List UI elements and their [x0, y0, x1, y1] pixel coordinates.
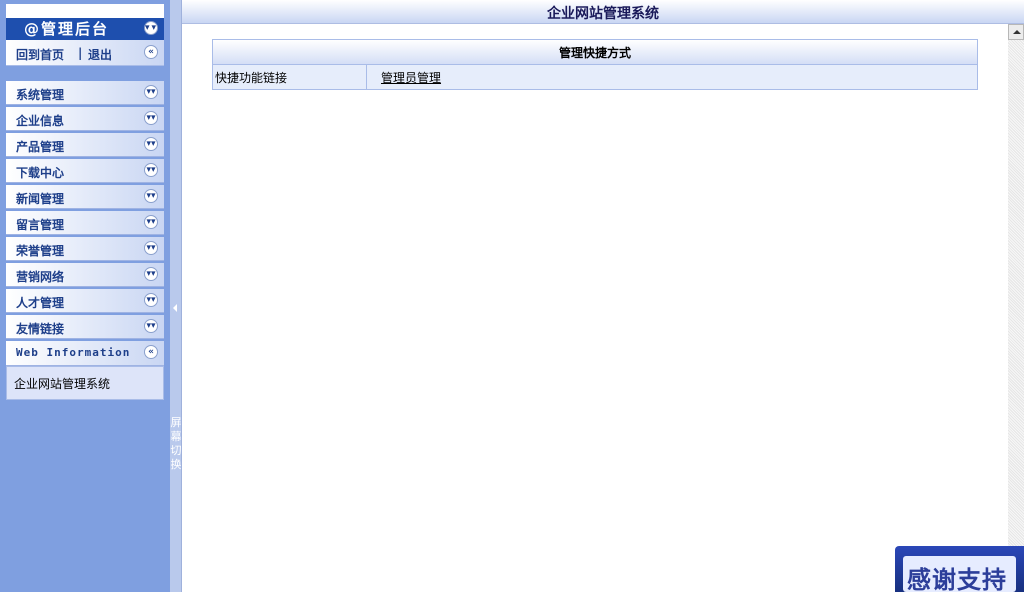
sidebar-item-sales-network[interactable]: 营销网络 ▾▾	[6, 263, 164, 287]
sidebar-splitter[interactable]: 屏幕切换	[170, 0, 182, 592]
web-info-panel: 企业网站管理系统	[6, 366, 164, 400]
sidebar-item-label: 人才管理	[16, 296, 65, 310]
double-chevron-down-icon[interactable]: ▾▾	[144, 163, 158, 177]
table-header: 管理快捷方式	[213, 40, 977, 65]
web-info-text: 企业网站管理系统	[14, 377, 111, 391]
left-sidebar: @管理后台 ▾▾ 回到首页 | 退出 « 系统管理 ▾▾ 企业信息 ▾▾ 产品管…	[0, 0, 170, 592]
screen-switch-char: 幕	[170, 430, 182, 443]
sidebar-item-downloads[interactable]: 下载中心 ▾▾	[6, 159, 164, 183]
screen-switch-char: 换	[170, 458, 182, 471]
thanks-badge[interactable]: 感谢支持	[895, 546, 1024, 592]
double-chevron-down-icon[interactable]: ▾▾	[144, 21, 158, 35]
sidebar-item-label: 系统管理	[16, 88, 65, 102]
double-chevron-left-icon[interactable]: «	[144, 45, 158, 59]
row-label: 快捷功能链接	[215, 71, 288, 85]
page-title: 企业网站管理系统	[547, 6, 659, 22]
collapse-arrow-icon[interactable]	[173, 304, 177, 312]
table-row: 快捷功能链接 管理员管理	[213, 65, 977, 89]
double-chevron-down-icon[interactable]: ▾▾	[144, 111, 158, 125]
sidebar-top-strip	[6, 4, 164, 18]
sidebar-item-talent[interactable]: 人才管理 ▾▾	[6, 289, 164, 313]
admin-panel-title: @管理后台 ▾▾	[6, 18, 164, 40]
sidebar-item-system[interactable]: 系统管理 ▾▾	[6, 81, 164, 105]
sidebar-item-honors[interactable]: 荣誉管理 ▾▾	[6, 237, 164, 261]
thanks-text: 感谢支持	[907, 566, 1007, 592]
admin-manage-link[interactable]: 管理员管理	[381, 69, 441, 86]
home-link[interactable]: 回到首页	[16, 46, 64, 63]
screen-switch-char: 切	[170, 444, 182, 457]
sidebar-item-label: 荣誉管理	[16, 244, 65, 258]
shortcut-table: 管理快捷方式 快捷功能链接 管理员管理	[212, 39, 978, 90]
sidebar-item-label: 企业信息	[16, 114, 65, 128]
sidebar-item-label: 留言管理	[16, 218, 65, 232]
double-chevron-down-icon[interactable]: ▾▾	[144, 137, 158, 151]
double-chevron-down-icon[interactable]: ▾▾	[144, 267, 158, 281]
admin-panel-title-text: @管理后台	[24, 20, 110, 38]
double-chevron-down-icon[interactable]: ▾▾	[144, 85, 158, 99]
screen-switch-char: 屏	[170, 416, 182, 429]
double-chevron-down-icon[interactable]: ▾▾	[144, 215, 158, 229]
sidebar-item-label: 下载中心	[16, 166, 65, 180]
logout-link[interactable]: 退出	[88, 46, 112, 63]
scroll-up-button[interactable]	[1008, 24, 1024, 40]
sidebar-nav-links: 回到首页 | 退出 «	[6, 40, 164, 66]
double-chevron-down-icon[interactable]: ▾▾	[144, 189, 158, 203]
double-chevron-down-icon[interactable]: ▾▾	[144, 241, 158, 255]
sidebar-item-label: 营销网络	[16, 270, 65, 284]
screen-switch-label[interactable]: 屏幕切换	[170, 416, 182, 472]
top-header: 企业网站管理系统	[182, 0, 1024, 24]
sidebar-item-messages[interactable]: 留言管理 ▾▾	[6, 211, 164, 235]
sidebar-item-label: 产品管理	[16, 140, 65, 154]
table-cell-label: 快捷功能链接	[213, 65, 367, 89]
nav-separator: |	[78, 46, 83, 60]
arrow-up-icon	[1013, 30, 1021, 34]
sidebar-item-news[interactable]: 新闻管理 ▾▾	[6, 185, 164, 209]
vertical-scrollbar[interactable]	[1008, 24, 1024, 592]
sidebar-item-friend-links[interactable]: 友情链接 ▾▾	[6, 315, 164, 339]
sidebar-item-label: Web Information	[16, 346, 131, 359]
double-chevron-down-icon[interactable]: ▾▾	[144, 293, 158, 307]
sidebar-item-label: 友情链接	[16, 322, 65, 336]
sidebar-item-web-information[interactable]: Web Information «	[6, 341, 164, 366]
sidebar-item-company-info[interactable]: 企业信息 ▾▾	[6, 107, 164, 131]
double-chevron-down-icon[interactable]: ▾▾	[144, 319, 158, 333]
table-title: 管理快捷方式	[558, 46, 631, 60]
double-chevron-up-icon[interactable]: «	[144, 345, 158, 359]
thanks-badge-inner: 感谢支持	[903, 556, 1016, 592]
sidebar-item-products[interactable]: 产品管理 ▾▾	[6, 133, 164, 157]
sidebar-item-label: 新闻管理	[16, 192, 65, 206]
